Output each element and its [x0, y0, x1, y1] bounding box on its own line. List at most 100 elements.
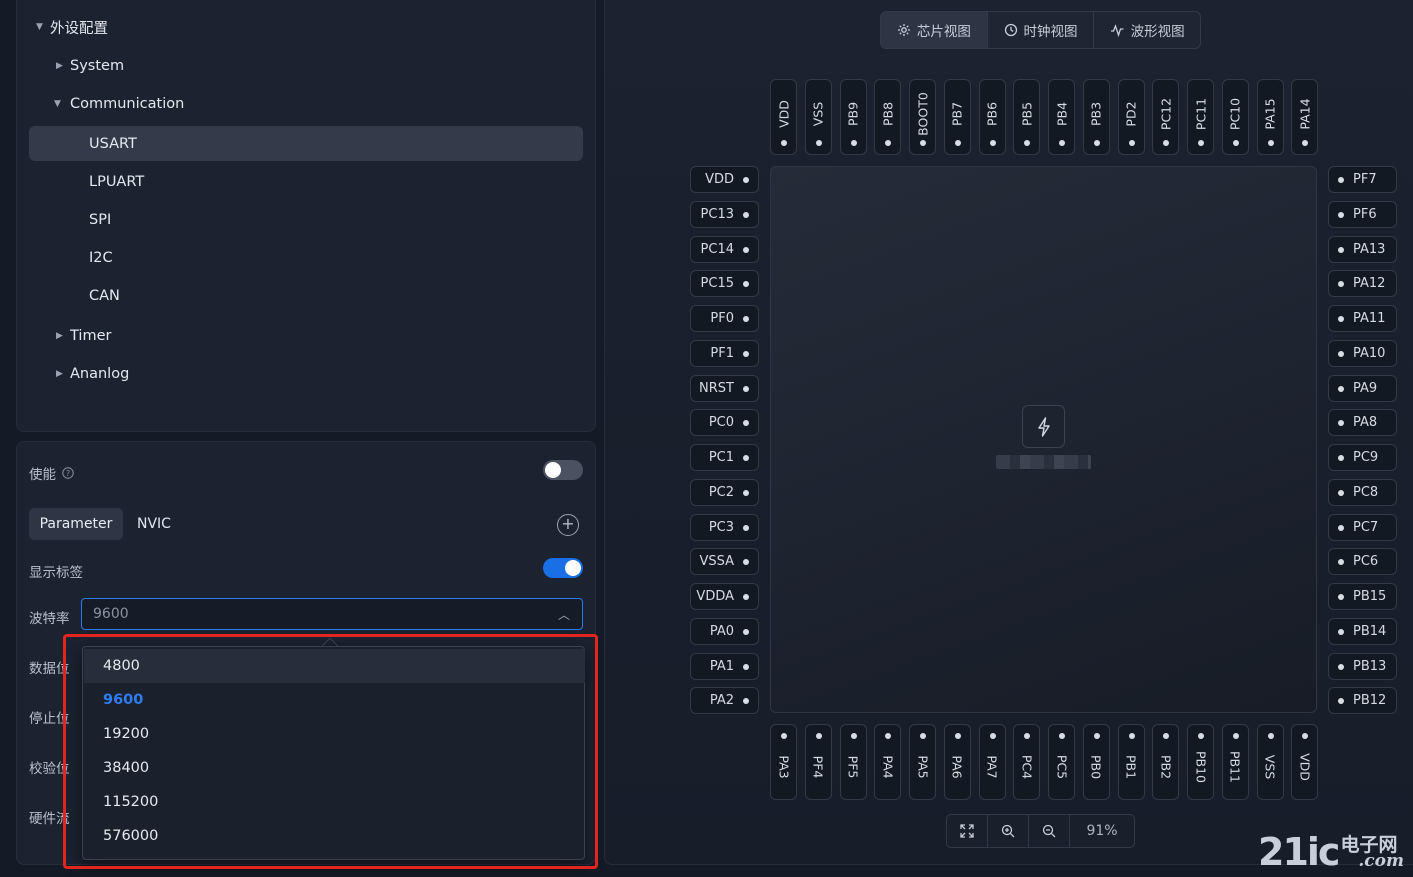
pin-bottom-pb1[interactable]: PB1	[1117, 724, 1145, 800]
pin-bottom-pb2[interactable]: PB2	[1152, 724, 1180, 800]
pin-top-pa14[interactable]: PA14	[1291, 79, 1319, 155]
pin-left-pc13[interactable]: PC13	[690, 200, 759, 228]
pin-left-vssa[interactable]: VSSA	[690, 548, 759, 576]
pin-right-pf6[interactable]: PF6	[1328, 200, 1397, 228]
pin-left-vdd[interactable]: VDD	[690, 166, 759, 193]
baud-option-19200[interactable]: 19200	[84, 717, 585, 751]
pin-bottom-pa7[interactable]: PA7	[978, 724, 1006, 800]
pin-bottom-pa5[interactable]: PA5	[909, 724, 936, 800]
pin-left-vdda[interactable]: VDDA	[690, 583, 759, 610]
enable-toggle[interactable]	[543, 460, 583, 480]
pin-bottom-pb10[interactable]: PB10	[1187, 724, 1214, 800]
pin-bottom-vss[interactable]: VSS	[1256, 724, 1284, 800]
pin-dot	[1024, 140, 1031, 146]
pin-bottom-vdd[interactable]: VDD	[1291, 724, 1319, 800]
pin-left-nrst[interactable]: NRST	[690, 374, 759, 402]
pin-right-pb15[interactable]: PB15	[1328, 583, 1397, 610]
pin-right-pb13[interactable]: PB13	[1328, 652, 1397, 680]
tree-group-timer[interactable]: ▶ Timer	[56, 319, 111, 353]
pin-right-pa11[interactable]: PA11	[1328, 305, 1397, 332]
pin-dot	[1338, 698, 1344, 705]
pin-top-pc10[interactable]: PC10	[1221, 79, 1249, 155]
pin-left-pf0[interactable]: PF0	[690, 305, 759, 332]
baud-option-115200[interactable]: 115200	[84, 785, 585, 819]
pin-top-pa15[interactable]: PA15	[1256, 79, 1284, 155]
pin-right-pc8[interactable]: PC8	[1328, 478, 1397, 506]
pin-right-pa10[interactable]: PA10	[1328, 339, 1397, 367]
tree-root-peripheral-config[interactable]: ▼ 外设配置	[36, 10, 108, 44]
pin-left-pc15[interactable]: PC15	[690, 270, 759, 298]
pin-left-pc2[interactable]: PC2	[690, 478, 759, 506]
pin-bottom-pc4[interactable]: PC4	[1013, 724, 1041, 800]
baud-option-38400[interactable]: 38400	[84, 751, 585, 785]
tab-chip-view[interactable]: 芯片视图	[881, 12, 988, 48]
pin-right-pf7[interactable]: PF7	[1328, 166, 1397, 193]
pin-left-pa0[interactable]: PA0	[690, 617, 759, 645]
pin-right-pa8[interactable]: PA8	[1328, 409, 1397, 437]
tab-clock-view[interactable]: 时钟视图	[988, 12, 1095, 48]
pin-left-pc14[interactable]: PC14	[690, 235, 759, 263]
pin-bottom-pa4[interactable]: PA4	[874, 724, 902, 800]
pin-top-boot0[interactable]: BOOT0	[909, 79, 936, 155]
pin-top-vss[interactable]: VSS	[804, 79, 832, 155]
pin-right-pb12[interactable]: PB12	[1328, 687, 1397, 715]
pin-left-pa1[interactable]: PA1	[690, 652, 759, 680]
tree-item-usart[interactable]: USART	[29, 126, 583, 161]
pin-label: PC2	[708, 484, 734, 500]
baud-option-4800[interactable]: 4800	[84, 649, 585, 683]
pin-top-pb6[interactable]: PB6	[978, 79, 1006, 155]
zoom-out-button[interactable]	[1029, 815, 1070, 847]
pin-right-pa13[interactable]: PA13	[1328, 235, 1397, 263]
pin-top-pc11[interactable]: PC11	[1187, 79, 1214, 155]
tree-group-system[interactable]: ▶ System	[56, 49, 124, 83]
pin-left-pc1[interactable]: PC1	[690, 444, 759, 471]
pin-bottom-pb0[interactable]: PB0	[1082, 724, 1110, 800]
gear-icon	[897, 24, 910, 36]
pin-right-pc9[interactable]: PC9	[1328, 444, 1397, 471]
pin-top-vdd[interactable]: VDD	[770, 79, 797, 155]
pin-top-pb8[interactable]: PB8	[874, 79, 902, 155]
pin-right-pc7[interactable]: PC7	[1328, 513, 1397, 541]
pin-top-pb3[interactable]: PB3	[1082, 79, 1110, 155]
tree-item-spi[interactable]: SPI	[89, 203, 111, 237]
tree-item-can[interactable]: CAN	[89, 279, 120, 313]
pin-top-pb5[interactable]: PB5	[1013, 79, 1041, 155]
help-icon[interactable]: ?	[62, 467, 74, 479]
pin-left-pc0[interactable]: PC0	[690, 409, 759, 437]
pin-left-pf1[interactable]: PF1	[690, 339, 759, 367]
pin-bottom-pc5[interactable]: PC5	[1048, 724, 1075, 800]
pin-bottom-pa6[interactable]: PA6	[943, 724, 971, 800]
pin-bottom-pf5[interactable]: PF5	[839, 724, 867, 800]
baud-option-9600[interactable]: 9600	[84, 683, 585, 717]
pin-bottom-pf4[interactable]: PF4	[804, 724, 832, 800]
tree-item-lpuart[interactable]: LPUART	[89, 165, 144, 199]
pin-right-pb14[interactable]: PB14	[1328, 617, 1397, 645]
pin-dot	[1198, 733, 1204, 739]
pin-top-pc12[interactable]: PC12	[1152, 79, 1180, 155]
tab-parameter[interactable]: Parameter	[29, 508, 123, 540]
zoom-in-button[interactable]	[988, 815, 1029, 847]
pin-top-pb4[interactable]: PB4	[1048, 79, 1075, 155]
pin-right-pa12[interactable]: PA12	[1328, 270, 1397, 298]
chip-name-blurred	[996, 455, 1091, 469]
tab-waveform-view[interactable]: 波形视图	[1094, 12, 1200, 48]
baud-option-576000[interactable]: 576000	[84, 819, 585, 853]
tree-item-i2c[interactable]: I2C	[89, 241, 113, 275]
pin-right-pa9[interactable]: PA9	[1328, 374, 1397, 402]
tab-nvic[interactable]: NVIC	[137, 508, 171, 540]
tree-group-label: Ananlog	[70, 366, 130, 382]
plus-circle-icon[interactable]: +	[557, 514, 579, 536]
pin-bottom-pb11[interactable]: PB11	[1221, 724, 1249, 800]
pin-left-pc3[interactable]: PC3	[690, 513, 759, 541]
pin-top-pb7[interactable]: PB7	[943, 79, 971, 155]
pin-bottom-pa3[interactable]: PA3	[770, 724, 797, 800]
tree-group-communication[interactable]: ▼ Communication	[54, 87, 184, 121]
fit-screen-button[interactable]	[947, 815, 988, 847]
tree-group-analog[interactable]: ▶ Ananlog	[56, 357, 129, 391]
pin-right-pc6[interactable]: PC6	[1328, 548, 1397, 576]
pin-top-pb9[interactable]: PB9	[839, 79, 867, 155]
show-labels-toggle[interactable]	[543, 558, 583, 578]
pin-left-pa2[interactable]: PA2	[690, 687, 759, 715]
pin-top-pd2[interactable]: PD2	[1117, 79, 1145, 155]
baud-rate-select[interactable]: 9600 ︿	[81, 598, 583, 630]
